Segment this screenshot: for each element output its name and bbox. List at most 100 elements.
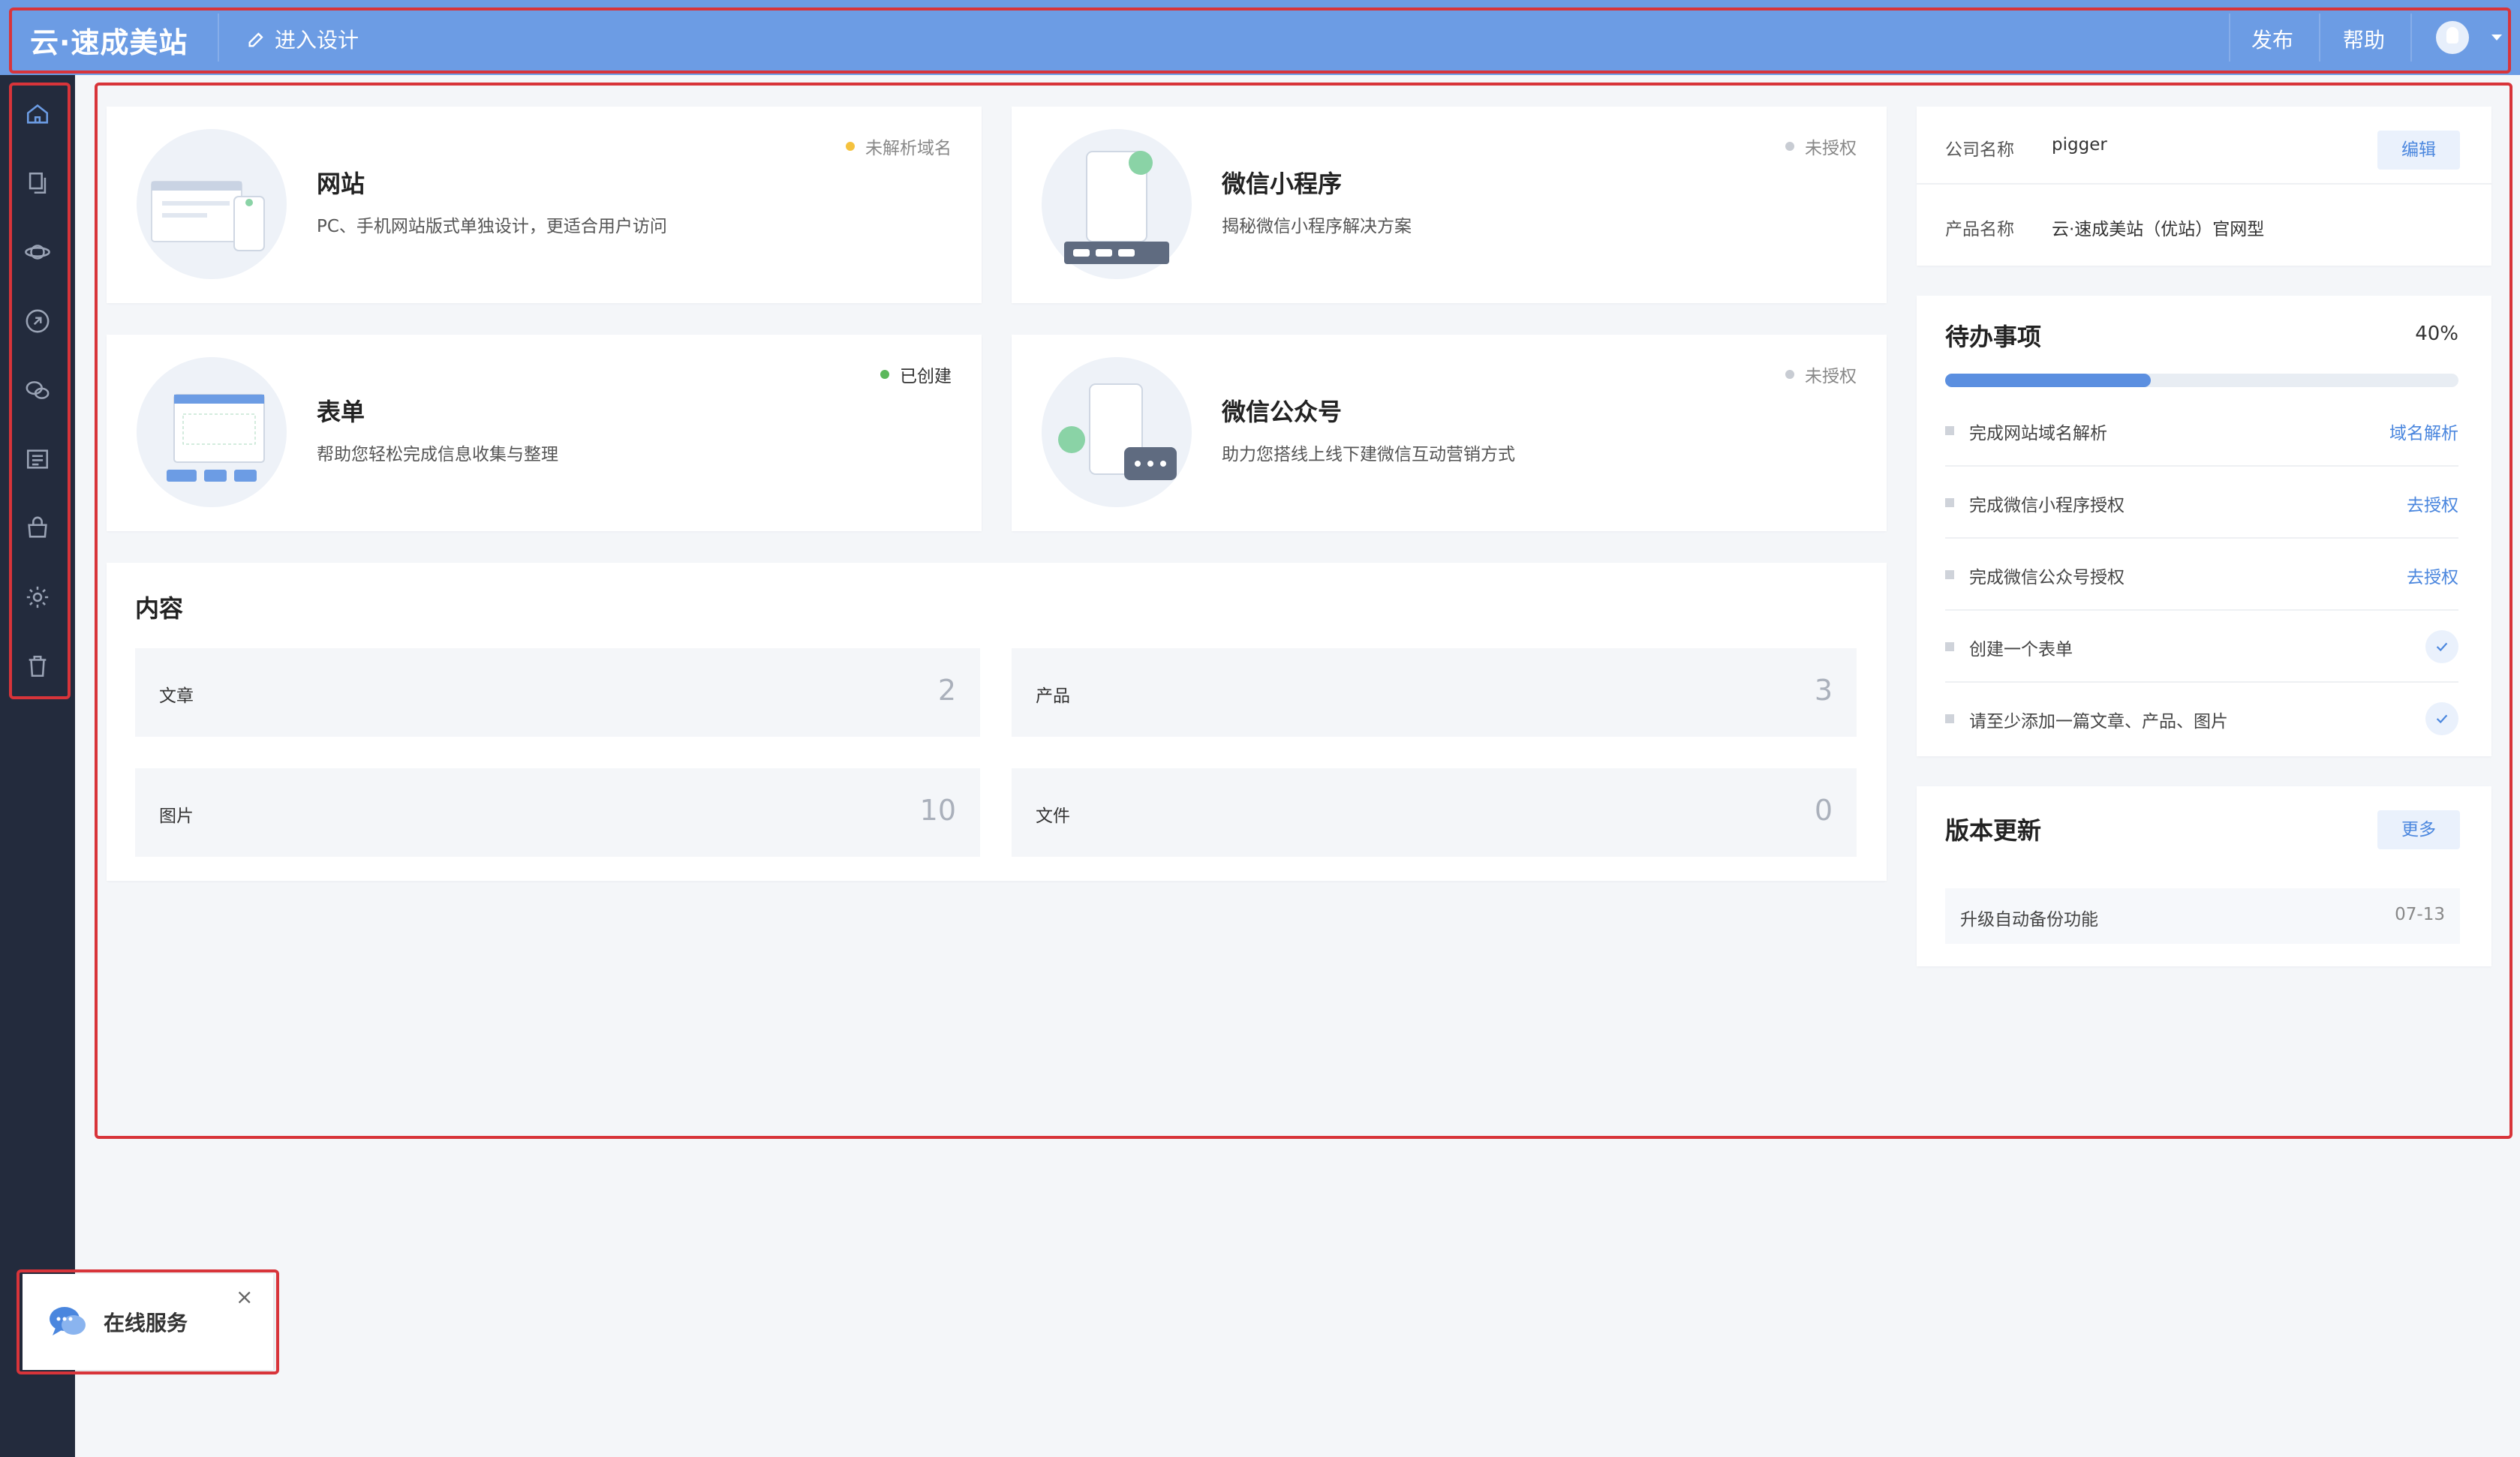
publish-button[interactable]: 发布 [2251, 24, 2293, 54]
update-date: 07-13 [2395, 905, 2445, 924]
todo-progress-fill [1945, 374, 2151, 387]
website-icon [151, 181, 265, 251]
status-badge: 未解析域名 [846, 134, 952, 159]
todo-action-link[interactable]: 域名解析 [2389, 419, 2458, 444]
online-service-label: 在线服务 [104, 1311, 188, 1335]
top-bar: 云·速成美站 进入设计 发布 帮助 [0, 0, 2520, 75]
chat-bubble-icon [50, 1307, 86, 1335]
enter-design-label: 进入设计 [275, 28, 359, 53]
todo-text: 完成微信公众号授权 [1969, 568, 2125, 587]
edit-button[interactable]: 编辑 [2377, 131, 2460, 170]
todo-item: 创建一个表单 [1945, 611, 2458, 683]
trash-icon[interactable] [23, 651, 53, 681]
feature-card-website[interactable]: 网站 PC、手机网站版式单独设计，更适合用户访问 未解析域名 [107, 107, 982, 303]
miniprogram-icon [1064, 151, 1169, 264]
help-button[interactable]: 帮助 [2343, 24, 2385, 54]
wechat-icon[interactable] [23, 375, 53, 405]
status-badge: 未授权 [1785, 134, 1857, 159]
pencil-icon [248, 32, 263, 47]
status-text: 未授权 [1805, 139, 1857, 158]
feature-card-form[interactable]: 表单 帮助您轻松完成信息收集与整理 已创建 [107, 335, 982, 531]
content-section: 内容 文章 2 产品 3 图片 10 文件 0 [107, 563, 1887, 881]
planet-icon[interactable] [23, 237, 53, 267]
feature-title: 网站 [317, 170, 365, 198]
feature-title: 微信公众号 [1222, 398, 1343, 426]
official-account-illustration [1042, 357, 1192, 507]
settings-icon[interactable] [23, 582, 53, 612]
bullet-icon [1945, 714, 1954, 723]
stat-images[interactable]: 图片 10 [135, 768, 980, 857]
stat-label: 文件 [1036, 807, 1070, 826]
company-name-row: 公司名称 pigger 编辑 [1917, 107, 2491, 185]
status-dot [846, 142, 855, 151]
product-name-label: 产品名称 [1945, 220, 2014, 239]
feature-desc: 揭秘微信小程序解决方案 [1222, 217, 1412, 236]
status-badge: 未授权 [1785, 362, 1857, 387]
link-icon[interactable] [23, 306, 53, 336]
feature-card-miniprogram[interactable]: 微信小程序 揭秘微信小程序解决方案 未授权 [1012, 107, 1887, 303]
updates-title: 版本更新 [1945, 816, 2042, 845]
form-icon [167, 394, 265, 482]
todo-text: 完成微信小程序授权 [1969, 496, 2125, 515]
check-icon [2425, 630, 2458, 663]
header-divider [2410, 14, 2412, 62]
website-illustration [137, 129, 287, 279]
stat-value: 2 [937, 674, 956, 707]
todo-text: 创建一个表单 [1969, 640, 2073, 659]
product-name-value: 云·速成美站（优站）官网型 [2052, 220, 2265, 239]
feature-card-official-account[interactable]: 微信公众号 助力您搭线上线下建微信互动营销方式 未授权 [1012, 335, 1887, 531]
stat-value: 10 [919, 794, 956, 827]
todo-item: 请至少添加一篇文章、产品、图片 [1945, 683, 2458, 755]
bullet-icon [1945, 642, 1954, 651]
todo-item: 完成网站域名解析 域名解析 [1945, 395, 2458, 467]
todo-action-link[interactable]: 去授权 [2407, 563, 2458, 588]
company-name-label: 公司名称 [1945, 140, 2014, 160]
company-info-card: 公司名称 pigger 编辑 产品名称 云·速成美站（优站）官网型 [1917, 107, 2491, 266]
todo-text: 完成网站域名解析 [1969, 424, 2107, 443]
todo-title: 待办事项 [1945, 323, 2042, 351]
logo[interactable]: 云·速成美站 [30, 20, 188, 61]
stat-value: 3 [1814, 674, 1833, 707]
content-title: 内容 [135, 594, 184, 623]
bullet-icon [1945, 426, 1954, 435]
chevron-down-icon[interactable] [2491, 35, 2502, 41]
status-badge: 已创建 [880, 362, 952, 387]
close-icon[interactable]: × [236, 1284, 253, 1309]
shop-icon[interactable] [23, 513, 53, 543]
todo-item: 完成微信公众号授权 去授权 [1945, 539, 2458, 611]
stat-products[interactable]: 产品 3 [1012, 648, 1857, 737]
stat-files[interactable]: 文件 0 [1012, 768, 1857, 857]
stat-articles[interactable]: 文章 2 [135, 648, 980, 737]
feature-desc: 帮助您轻松完成信息收集与整理 [317, 445, 558, 464]
stat-label: 产品 [1036, 686, 1070, 706]
home-icon[interactable] [23, 99, 53, 129]
update-text: 升级自动备份功能 [1960, 910, 2098, 930]
feature-desc: 助力您搭线上线下建微信互动营销方式 [1222, 445, 1515, 464]
online-service-widget[interactable]: 在线服务 × [23, 1274, 273, 1370]
list-icon[interactable] [23, 444, 53, 474]
official-account-icon [1058, 383, 1177, 480]
update-item[interactable]: 升级自动备份功能 07-13 [1945, 888, 2460, 944]
header-divider [2319, 14, 2320, 62]
todo-text: 请至少添加一篇文章、产品、图片 [1969, 712, 2228, 732]
status-text: 未解析域名 [865, 139, 952, 158]
status-text: 已创建 [900, 367, 952, 386]
status-dot [1785, 142, 1794, 151]
stat-label: 图片 [159, 807, 194, 826]
bullet-icon [1945, 498, 1954, 507]
status-dot [1785, 370, 1794, 379]
stat-label: 文章 [159, 686, 194, 706]
todo-action-link[interactable]: 去授权 [2407, 491, 2458, 516]
more-button[interactable]: 更多 [2377, 810, 2460, 849]
pages-icon[interactable] [23, 168, 53, 198]
todo-item: 完成微信小程序授权 去授权 [1945, 467, 2458, 539]
avatar[interactable] [2436, 21, 2469, 54]
enter-design-button[interactable]: 进入设计 [246, 24, 359, 54]
feature-title: 微信小程序 [1222, 170, 1343, 198]
feature-desc: PC、手机网站版式单独设计，更适合用户访问 [317, 217, 667, 236]
sidebar [0, 75, 75, 1457]
todo-percent: 40% [2415, 323, 2458, 345]
header-divider [218, 14, 219, 62]
company-name-value: pigger [2052, 135, 2107, 155]
bullet-icon [1945, 570, 1954, 579]
